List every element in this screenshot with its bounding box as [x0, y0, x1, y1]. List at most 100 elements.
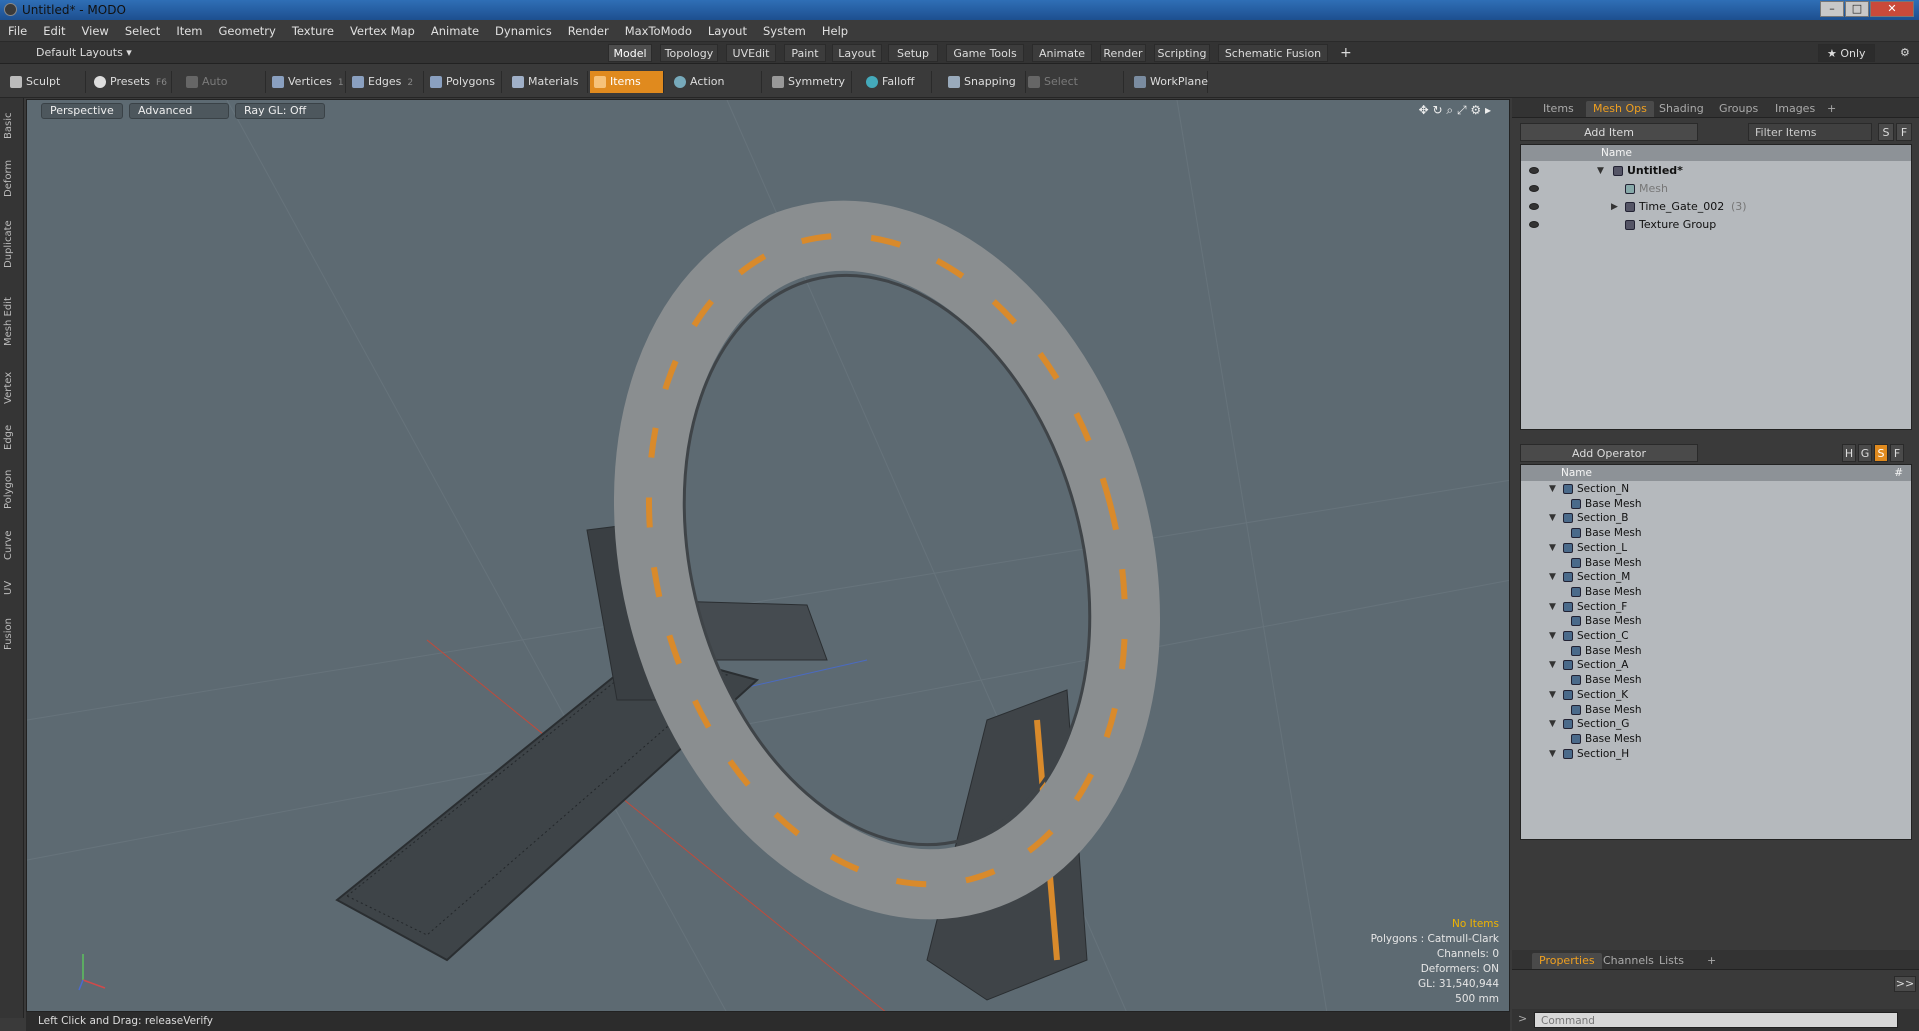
- meshop-base-row[interactable]: Base Mesh: [1521, 703, 1911, 718]
- add-layout-tab-button[interactable]: +: [1332, 44, 1360, 62]
- collapse-arrow-icon[interactable]: ▼: [1549, 717, 1556, 732]
- layout-tab-schematic-fusion[interactable]: Schematic Fusion: [1218, 44, 1328, 62]
- left-tab-vertex[interactable]: Vertex: [3, 363, 21, 413]
- meshop-section-row[interactable]: ▼ Section_A: [1521, 658, 1911, 673]
- filter-items-input[interactable]: Filter Items: [1748, 123, 1872, 141]
- play-arrow-icon[interactable]: ▸: [1485, 103, 1491, 117]
- menu-help[interactable]: Help: [814, 20, 856, 42]
- meshops-g-toggle[interactable]: G: [1858, 444, 1872, 462]
- menu-texture[interactable]: Texture: [284, 20, 342, 42]
- meshop-section-row[interactable]: ▼ Section_H: [1521, 747, 1911, 762]
- left-tab-deform[interactable]: Deform: [3, 153, 21, 203]
- left-tab-uv[interactable]: UV: [3, 573, 21, 603]
- meshop-section-row[interactable]: ▼ Section_K: [1521, 688, 1911, 703]
- menu-geometry[interactable]: Geometry: [211, 20, 284, 42]
- meshop-base-row[interactable]: Base Mesh: [1521, 497, 1911, 512]
- add-item-button[interactable]: Add Item: [1520, 123, 1698, 141]
- visibility-eye-icon[interactable]: [1529, 203, 1539, 210]
- menu-maxtomodo[interactable]: MaxToModo: [617, 20, 700, 42]
- props-tab-lists[interactable]: Lists: [1652, 953, 1691, 969]
- view-type-dropdown[interactable]: Perspective: [41, 103, 123, 119]
- meshop-base-row[interactable]: Base Mesh: [1521, 614, 1911, 629]
- layout-preset-dropdown[interactable]: Default Layouts ▾: [28, 44, 140, 62]
- minimize-button[interactable]: –: [1820, 1, 1844, 17]
- menu-edit[interactable]: Edit: [35, 20, 73, 42]
- panel-tab-images[interactable]: Images: [1768, 101, 1822, 117]
- meshop-section-row[interactable]: ▼ Section_G: [1521, 717, 1911, 732]
- collapse-arrow-icon[interactable]: ▼: [1549, 541, 1556, 556]
- visibility-eye-icon[interactable]: [1529, 221, 1539, 228]
- visibility-eye-icon[interactable]: [1529, 167, 1539, 174]
- maximize-button[interactable]: □: [1845, 1, 1869, 17]
- command-input[interactable]: Command: [1534, 1012, 1898, 1028]
- meshops-h-toggle[interactable]: H: [1842, 444, 1856, 462]
- presets-button[interactable]: Presets F6: [90, 71, 172, 93]
- polygons-button[interactable]: Polygons: [426, 71, 502, 93]
- expand-arrow-icon[interactable]: ▶: [1611, 198, 1618, 216]
- left-tab-polygon[interactable]: Polygon: [3, 461, 21, 518]
- close-button[interactable]: ✕: [1870, 1, 1914, 17]
- meshop-section-row[interactable]: ▼ Section_M: [1521, 570, 1911, 585]
- collapse-arrow-icon[interactable]: ▼: [1549, 629, 1556, 644]
- meshop-section-row[interactable]: ▼ Section_L: [1521, 541, 1911, 556]
- meshop-base-row[interactable]: Base Mesh: [1521, 556, 1911, 571]
- vertices-button[interactable]: Vertices 1: [268, 71, 346, 93]
- layout-tab-game-tools[interactable]: Game Tools: [946, 44, 1024, 62]
- menu-render[interactable]: Render: [560, 20, 617, 42]
- menu-animate[interactable]: Animate: [423, 20, 487, 42]
- meshops-f-toggle[interactable]: F: [1890, 444, 1904, 462]
- meshop-section-row[interactable]: ▼ Section_B: [1521, 511, 1911, 526]
- zoom-icon[interactable]: ⌕: [1446, 103, 1453, 117]
- layout-tab-topology[interactable]: Topology: [660, 44, 718, 62]
- left-tab-curve[interactable]: Curve: [3, 524, 21, 567]
- shading-mode-dropdown[interactable]: Advanced: [129, 103, 229, 119]
- item-row[interactable]: ▼ Untitled*: [1521, 162, 1911, 180]
- collapse-arrow-icon[interactable]: ▼: [1549, 747, 1556, 762]
- layout-tab-scripting[interactable]: Scripting: [1154, 44, 1210, 62]
- items-s-toggle[interactable]: S: [1878, 123, 1894, 141]
- collapse-arrow-icon[interactable]: ▼: [1549, 482, 1556, 497]
- meshop-base-row[interactable]: Base Mesh: [1521, 585, 1911, 600]
- materials-button[interactable]: Materials: [508, 71, 588, 93]
- item-row[interactable]: ▶ Time_Gate_002 (3): [1521, 198, 1911, 216]
- edges-button[interactable]: Edges 2: [348, 71, 424, 93]
- workplane-button[interactable]: WorkPlane: [1130, 71, 1208, 93]
- menu-file[interactable]: File: [0, 20, 35, 42]
- panel-tab-mesh-ops[interactable]: Mesh Ops: [1586, 101, 1654, 117]
- panel-tab-add[interactable]: +: [1820, 101, 1843, 117]
- collapse-arrow-icon[interactable]: ▼: [1549, 688, 1556, 703]
- move-view-icon[interactable]: ✥: [1419, 103, 1429, 117]
- collapse-arrow-icon[interactable]: ▼: [1549, 570, 1556, 585]
- menu-system[interactable]: System: [755, 20, 814, 42]
- meshop-base-row[interactable]: Base Mesh: [1521, 526, 1911, 541]
- menu-vertex-map[interactable]: Vertex Map: [342, 20, 423, 42]
- meshop-section-row[interactable]: ▼ Section_F: [1521, 600, 1911, 615]
- meshops-s-toggle[interactable]: S: [1874, 444, 1888, 462]
- menu-view[interactable]: View: [74, 20, 117, 42]
- meshop-section-row[interactable]: ▼ Section_C: [1521, 629, 1911, 644]
- menu-item[interactable]: Item: [168, 20, 210, 42]
- falloff-button[interactable]: Falloff: [862, 71, 932, 93]
- 3d-viewport[interactable]: Perspective Advanced Ray GL: Off ✥ ↻ ⌕ ⤢…: [26, 99, 1510, 1012]
- menu-select[interactable]: Select: [117, 20, 168, 42]
- panel-tab-items[interactable]: Items: [1536, 101, 1581, 117]
- layout-tab-animate[interactable]: Animate: [1032, 44, 1092, 62]
- meshop-base-row[interactable]: Base Mesh: [1521, 673, 1911, 688]
- layout-tab-model[interactable]: Model: [608, 44, 652, 62]
- layout-tab-paint[interactable]: Paint: [784, 44, 826, 62]
- collapse-arrow-icon[interactable]: ▼: [1597, 162, 1604, 180]
- left-tab-basic[interactable]: Basic: [3, 104, 21, 147]
- layout-tab-uvedit[interactable]: UVEdit: [726, 44, 776, 62]
- select-through-button[interactable]: Select Through: [1024, 71, 1124, 110]
- props-tab-properties[interactable]: Properties: [1532, 953, 1602, 969]
- panel-tab-groups[interactable]: Groups: [1712, 101, 1765, 117]
- auto-select-button[interactable]: Auto Select: [182, 71, 266, 110]
- action-center-button[interactable]: Action Center: [670, 71, 762, 110]
- item-row[interactable]: Texture Group: [1521, 216, 1911, 234]
- rotate-view-icon[interactable]: ↻: [1432, 103, 1442, 117]
- meshop-base-row[interactable]: Base Mesh: [1521, 644, 1911, 659]
- collapse-arrow-icon[interactable]: ▼: [1549, 600, 1556, 615]
- gear-icon[interactable]: ⚙: [1892, 44, 1918, 62]
- left-tab-edge[interactable]: Edge: [3, 419, 21, 455]
- left-tab-duplicate[interactable]: Duplicate: [3, 209, 21, 280]
